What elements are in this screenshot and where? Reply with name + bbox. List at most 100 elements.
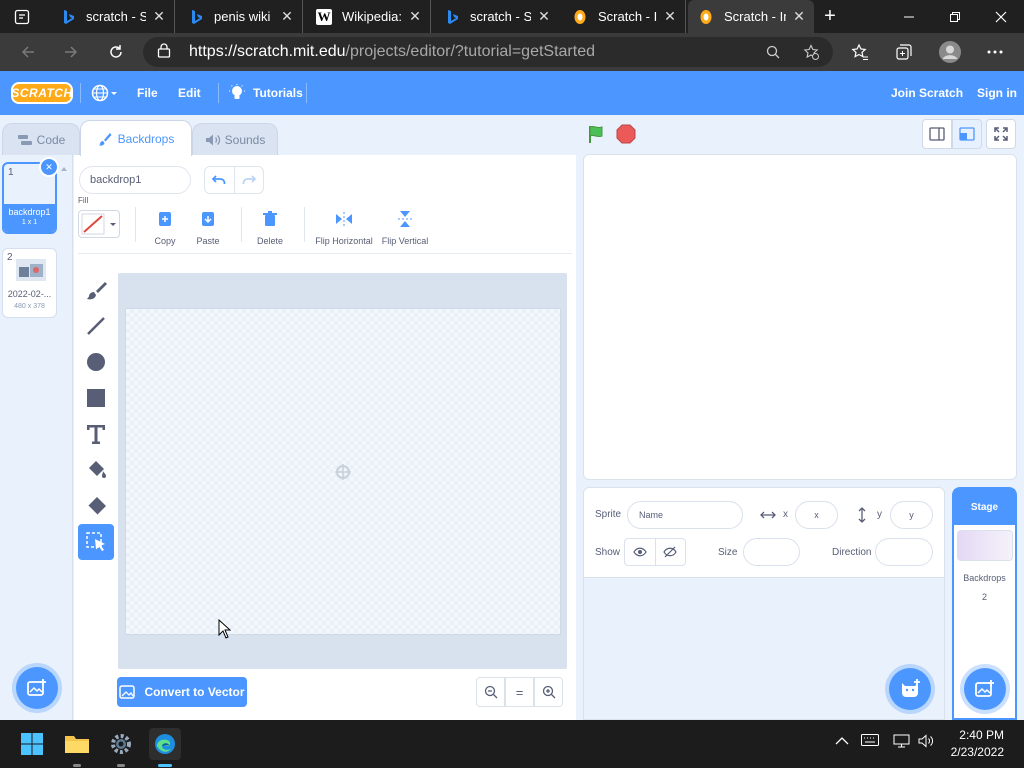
window-close-button[interactable]: [978, 0, 1024, 33]
fill-color-picker[interactable]: [78, 210, 120, 238]
start-button[interactable]: [16, 728, 48, 760]
costume-name-input[interactable]: backdrop1: [79, 166, 191, 194]
tab-actions-button[interactable]: [6, 0, 38, 33]
sprite-name-input[interactable]: Name: [627, 501, 743, 529]
close-icon[interactable]: ✕: [663, 8, 677, 25]
settings-more-button[interactable]: [980, 37, 1010, 67]
zoom-in-button[interactable]: [534, 677, 563, 707]
delete-button[interactable]: Delete: [240, 208, 300, 246]
y-input[interactable]: y: [890, 501, 933, 529]
choose-sprite-button[interactable]: [889, 668, 931, 710]
flip-horizontal-icon: [314, 208, 374, 230]
new-tab-button[interactable]: +: [814, 0, 846, 33]
taskbar-clock[interactable]: 2:40 PM 2/23/2022: [951, 727, 1004, 761]
tab-backdrops[interactable]: Backdrops: [80, 120, 192, 156]
minimize-button[interactable]: [886, 0, 932, 33]
edge-button[interactable]: [149, 728, 181, 760]
y-arrows-icon: [858, 507, 866, 523]
join-scratch-link[interactable]: Join Scratch: [891, 71, 963, 115]
volume-button[interactable]: [918, 734, 936, 751]
chevron-up-icon: [835, 737, 849, 745]
favorites-button[interactable]: [845, 37, 875, 67]
stop-button[interactable]: [616, 124, 636, 147]
backdrop-name: 2022-02-...: [7, 289, 52, 299]
sign-in-link[interactable]: Sign in: [977, 71, 1017, 115]
file-menu[interactable]: File: [137, 71, 158, 115]
text-tool[interactable]: [78, 416, 114, 452]
network-button[interactable]: [893, 734, 911, 751]
close-icon[interactable]: ✕: [792, 8, 806, 25]
flip-vertical-button[interactable]: Flip Vertical: [375, 208, 435, 246]
eraser-tool[interactable]: [78, 488, 114, 524]
tab-scratch-search-1[interactable]: scratch - Se ✕: [50, 0, 175, 33]
show-button[interactable]: [625, 539, 656, 565]
tab-sounds[interactable]: Sounds: [192, 123, 278, 156]
flip-horizontal-button[interactable]: Flip Horizontal: [314, 208, 374, 246]
add-image-icon: [975, 680, 994, 697]
select-tool[interactable]: [78, 524, 114, 560]
paste-button[interactable]: Paste: [178, 208, 238, 246]
normal-stage-button[interactable]: [952, 119, 982, 149]
forward-button[interactable]: [56, 37, 86, 67]
tab-code-label: Code: [36, 133, 66, 147]
circle-tool[interactable]: [78, 344, 114, 380]
choose-stage-backdrop-button[interactable]: [964, 668, 1006, 710]
redo-button[interactable]: [235, 167, 264, 193]
backdrop-item-2[interactable]: 2 2022-02-... 480 x 378: [2, 248, 57, 318]
tab-code[interactable]: Code: [2, 123, 80, 156]
convert-to-vector-button[interactable]: Convert to Vector: [117, 677, 247, 707]
close-icon[interactable]: ✕: [537, 8, 551, 25]
delete-backdrop-button[interactable]: ✕: [39, 157, 59, 177]
size-input[interactable]: [743, 538, 800, 566]
edit-menu[interactable]: Edit: [178, 71, 201, 115]
show-hidden-icons-button[interactable]: [835, 734, 849, 749]
favorites-icon: [851, 43, 868, 60]
show-label: Show: [595, 547, 621, 558]
tab-scratch-1[interactable]: Scratch - Im ✕: [562, 0, 686, 33]
zoom-reset-button[interactable]: =: [505, 677, 534, 707]
rectangle-tool[interactable]: [78, 380, 114, 416]
x-input[interactable]: x: [795, 501, 838, 529]
tutorials-button[interactable]: Tutorials: [229, 71, 303, 115]
restore-button[interactable]: [932, 0, 978, 33]
zoom-icon[interactable]: [763, 42, 783, 62]
divider: [304, 207, 305, 242]
back-button[interactable]: [13, 37, 43, 67]
backdrop-list-scrollbar[interactable]: [60, 163, 68, 693]
small-stage-button[interactable]: [922, 119, 952, 149]
scratch-icon: [698, 9, 714, 25]
paint-canvas[interactable]: [125, 308, 561, 639]
settings-app-button[interactable]: [105, 728, 137, 760]
file-explorer-button[interactable]: [61, 728, 93, 760]
undo-button[interactable]: [205, 167, 235, 193]
tab-scratch-active[interactable]: Scratch - Im ✕: [688, 0, 814, 33]
speaker-icon: [918, 734, 933, 748]
hide-button[interactable]: [656, 539, 686, 565]
zoom-out-button[interactable]: [476, 677, 505, 707]
close-icon[interactable]: ✕: [152, 8, 166, 25]
choose-backdrop-button[interactable]: [16, 667, 58, 709]
refresh-button[interactable]: [101, 37, 131, 67]
keyboard-button[interactable]: [861, 734, 879, 749]
green-flag-button[interactable]: [587, 124, 607, 147]
tab-wikipedia[interactable]: W Wikipedia:A ✕: [306, 0, 431, 33]
collections-button[interactable]: [889, 37, 919, 67]
close-icon[interactable]: ✕: [280, 8, 294, 25]
line-tool[interactable]: [78, 308, 114, 344]
lightbulb-icon: [229, 84, 245, 99]
tab-bing-search[interactable]: penis wiki - ✕: [178, 0, 303, 33]
language-menu[interactable]: [91, 71, 117, 115]
fullscreen-button[interactable]: [986, 119, 1016, 149]
rotation-center-icon: [335, 464, 351, 480]
scratch-logo[interactable]: SCRATCH: [11, 82, 73, 104]
add-favorite-icon[interactable]: [801, 42, 821, 62]
close-icon[interactable]: ✕: [408, 8, 422, 25]
fill-tool[interactable]: [78, 452, 114, 488]
direction-input[interactable]: [875, 538, 933, 566]
url-field[interactable]: https://scratch.mit.edu/projects/editor/…: [143, 37, 833, 67]
tab-scratch-search-2[interactable]: scratch - Se ✕: [434, 0, 559, 33]
stage-canvas[interactable]: [583, 154, 1017, 480]
brush-tool[interactable]: [78, 272, 114, 308]
profile-button[interactable]: [935, 37, 965, 67]
bing-icon: [444, 9, 460, 25]
